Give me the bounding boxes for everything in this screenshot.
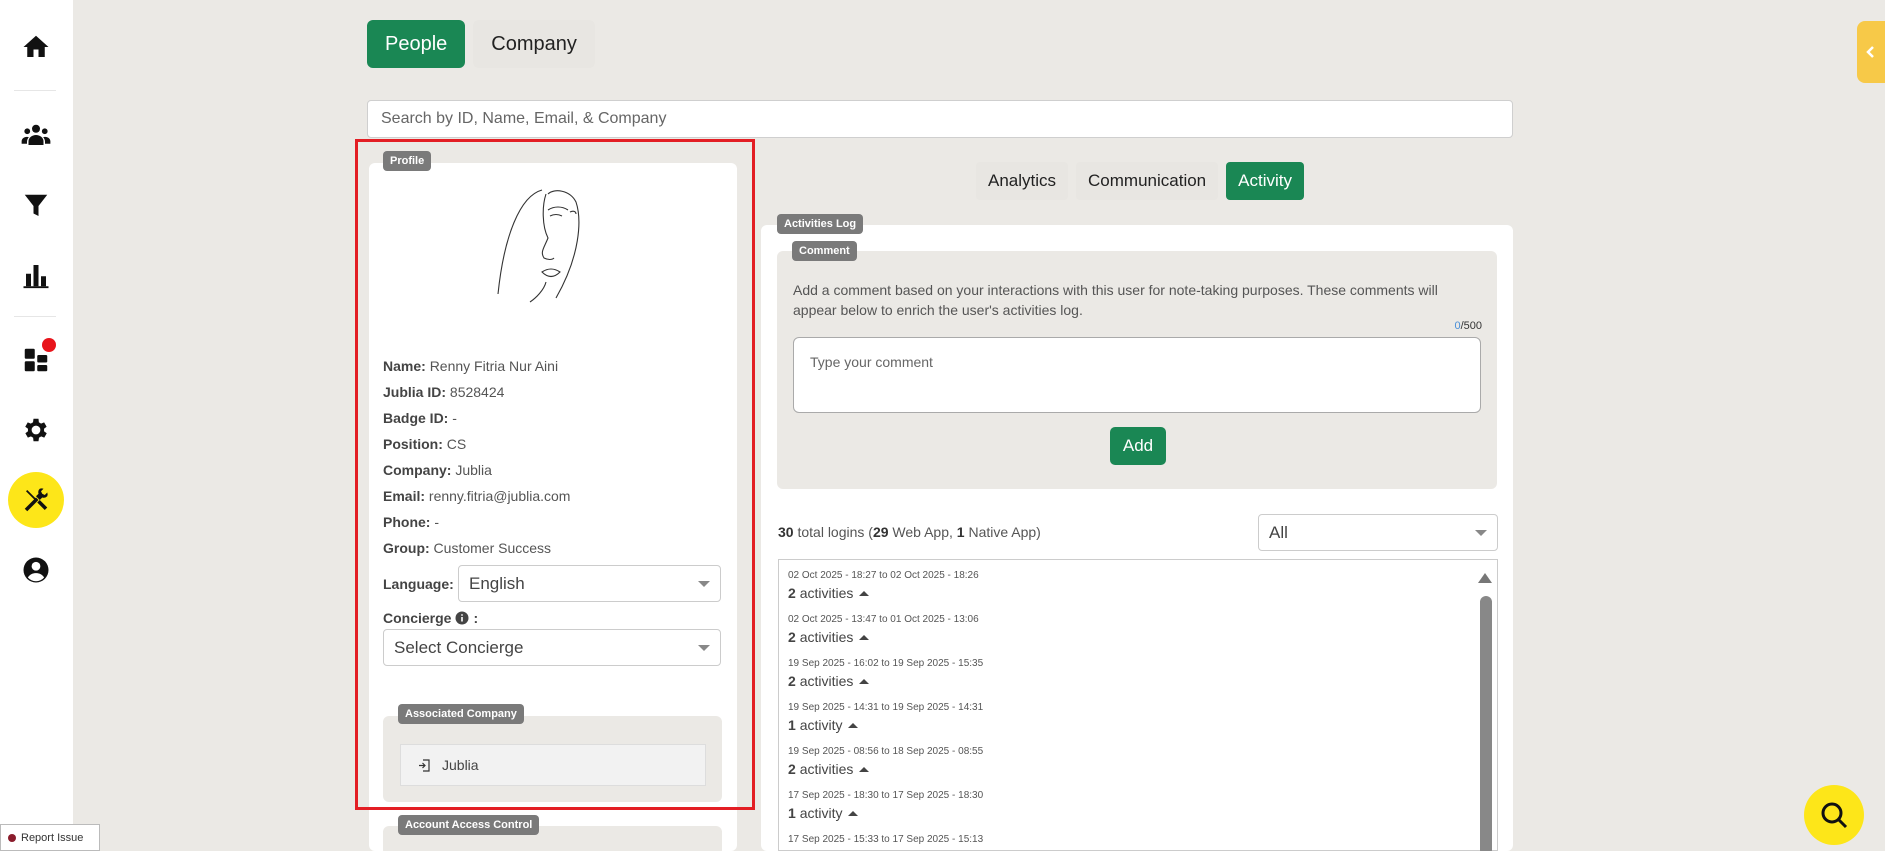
log-entry[interactable]: 17 Sep 2025 - 15:33 to 17 Sep 2025 - 15:… xyxy=(788,834,983,845)
report-issue-label: Report Issue xyxy=(21,831,84,844)
associated-company-name: Jublia xyxy=(442,757,479,773)
concierge-select[interactable]: Select Concierge xyxy=(383,629,721,666)
bar-chart-icon[interactable] xyxy=(14,253,58,297)
notification-dot xyxy=(42,338,56,352)
log-entry-date: 02 Oct 2025 - 18:27 to 02 Oct 2025 - 18:… xyxy=(788,570,979,581)
log-entry-date: 19 Sep 2025 - 08:56 to 18 Sep 2025 - 08:… xyxy=(788,746,984,757)
concierge-label: Concierge xyxy=(383,610,452,626)
sidebar-divider xyxy=(14,90,56,91)
add-comment-button[interactable]: Add xyxy=(1110,427,1166,465)
language-label: Language: xyxy=(383,576,454,592)
log-entry-count: 2 activities xyxy=(788,673,983,689)
log-entry-count: 2 activities xyxy=(788,585,979,601)
character-counter: 0/500 xyxy=(1454,320,1482,332)
log-entry-date: 19 Sep 2025 - 16:02 to 19 Sep 2025 - 15:… xyxy=(788,658,984,669)
info-icon[interactable] xyxy=(455,611,469,625)
profile-email-row: Email: renny.fitria@jublia.com xyxy=(383,488,571,504)
log-entry-count: 1 activity xyxy=(788,805,983,821)
profile-name-row: Name: Renny Fitria Nur Aini xyxy=(383,358,559,374)
chevron-down-icon xyxy=(698,580,710,587)
dashboard-icon[interactable] xyxy=(14,338,58,382)
filter-value: All xyxy=(1269,522,1288,542)
log-entry-date: 19 Sep 2025 - 14:31 to 19 Sep 2025 - 14:… xyxy=(788,702,984,713)
chevron-left-icon xyxy=(1866,46,1874,58)
entity-tabs: People Company xyxy=(367,20,595,68)
account-access-badge: Account Access Control xyxy=(398,815,540,835)
log-entry-count: 2 activities xyxy=(788,629,979,645)
profile-badge-id-row: Badge ID: - xyxy=(383,410,457,426)
profile-position-row: Position: CS xyxy=(383,436,467,452)
associated-company-item[interactable]: Jublia xyxy=(400,744,706,786)
concierge-label-row: Concierge : xyxy=(383,610,478,626)
language-value: English xyxy=(469,573,525,593)
profile-badge: Profile xyxy=(383,151,432,171)
log-entry[interactable]: 02 Oct 2025 - 18:27 to 02 Oct 2025 - 18:… xyxy=(788,570,979,601)
log-entry-count: 2 activities xyxy=(788,761,983,777)
logins-summary: 30 total logins (29 Web App, 1 Native Ap… xyxy=(778,524,1041,540)
log-entry-date: 17 Sep 2025 - 15:33 to 17 Sep 2025 - 15:… xyxy=(788,834,984,845)
login-filter-select[interactable]: All xyxy=(1258,514,1498,551)
comment-badge: Comment xyxy=(792,241,857,261)
sidebar xyxy=(0,0,73,851)
language-select[interactable]: English xyxy=(458,565,721,602)
bug-icon xyxy=(8,833,16,842)
log-entry[interactable]: 19 Sep 2025 - 16:02 to 19 Sep 2025 - 15:… xyxy=(788,658,983,689)
caret-up-icon xyxy=(848,810,859,816)
user-account-icon[interactable] xyxy=(14,548,58,592)
log-entry-count: 1 activity xyxy=(788,717,983,733)
associated-company-badge: Associated Company xyxy=(398,704,524,724)
activities-log-list: 02 Oct 2025 - 18:27 to 02 Oct 2025 - 18:… xyxy=(778,559,1498,851)
tab-activity[interactable]: Activity xyxy=(1226,162,1304,200)
profile-company-row: Company: Jublia xyxy=(383,462,492,478)
collapse-panel-tab[interactable] xyxy=(1857,21,1885,83)
tab-people[interactable]: People xyxy=(367,20,466,68)
tab-analytics[interactable]: Analytics xyxy=(976,162,1069,200)
log-entry-date: 02 Oct 2025 - 13:47 to 01 Oct 2025 - 13:… xyxy=(788,614,979,625)
tab-company[interactable]: Company xyxy=(473,20,595,68)
people-icon[interactable] xyxy=(14,113,58,157)
profile-avatar xyxy=(497,189,580,303)
log-entry[interactable]: 19 Sep 2025 - 14:31 to 19 Sep 2025 - 14:… xyxy=(788,702,983,733)
comment-textarea[interactable] xyxy=(793,337,1481,413)
gear-icon[interactable] xyxy=(14,408,58,452)
log-entry[interactable]: 02 Oct 2025 - 13:47 to 01 Oct 2025 - 13:… xyxy=(788,614,979,645)
login-icon xyxy=(419,758,430,772)
caret-up-icon xyxy=(859,766,870,772)
concierge-colon: : xyxy=(473,610,479,626)
chevron-down-icon xyxy=(698,644,710,651)
report-issue-button[interactable]: Report Issue xyxy=(0,824,100,851)
floating-search-button[interactable] xyxy=(1804,785,1864,845)
log-entry[interactable]: 19 Sep 2025 - 08:56 to 18 Sep 2025 - 08:… xyxy=(788,746,983,777)
tools-icon[interactable] xyxy=(8,472,64,528)
chevron-down-icon xyxy=(1475,529,1487,536)
caret-up-icon xyxy=(859,590,870,596)
caret-up-icon xyxy=(859,678,870,684)
scrollbar-thumb[interactable] xyxy=(1480,596,1492,851)
tab-communication[interactable]: Communication xyxy=(1076,162,1219,200)
profile-group-row: Group: Customer Success xyxy=(383,540,552,556)
search-icon xyxy=(1821,802,1848,829)
concierge-value: Select Concierge xyxy=(394,637,524,657)
home-icon[interactable] xyxy=(14,25,58,69)
sidebar-divider xyxy=(14,316,56,317)
comment-description: Add a comment based on your interactions… xyxy=(793,282,1438,318)
log-entry-date: 17 Sep 2025 - 18:30 to 17 Sep 2025 - 18:… xyxy=(788,790,984,801)
caret-up-icon xyxy=(859,634,870,640)
detail-tabs: Analytics Communication Activity xyxy=(976,162,1304,200)
profile-jublia-id-row: Jublia ID: 8528424 xyxy=(383,384,505,400)
funnel-icon[interactable] xyxy=(14,184,58,228)
log-entry[interactable]: 17 Sep 2025 - 18:30 to 17 Sep 2025 - 18:… xyxy=(788,790,983,821)
caret-up-icon xyxy=(848,722,859,728)
scroll-up-arrow[interactable] xyxy=(1478,573,1492,583)
activities-log-badge: Activities Log xyxy=(777,214,864,234)
profile-phone-row: Phone: - xyxy=(383,514,440,530)
search-input[interactable] xyxy=(367,100,1513,138)
